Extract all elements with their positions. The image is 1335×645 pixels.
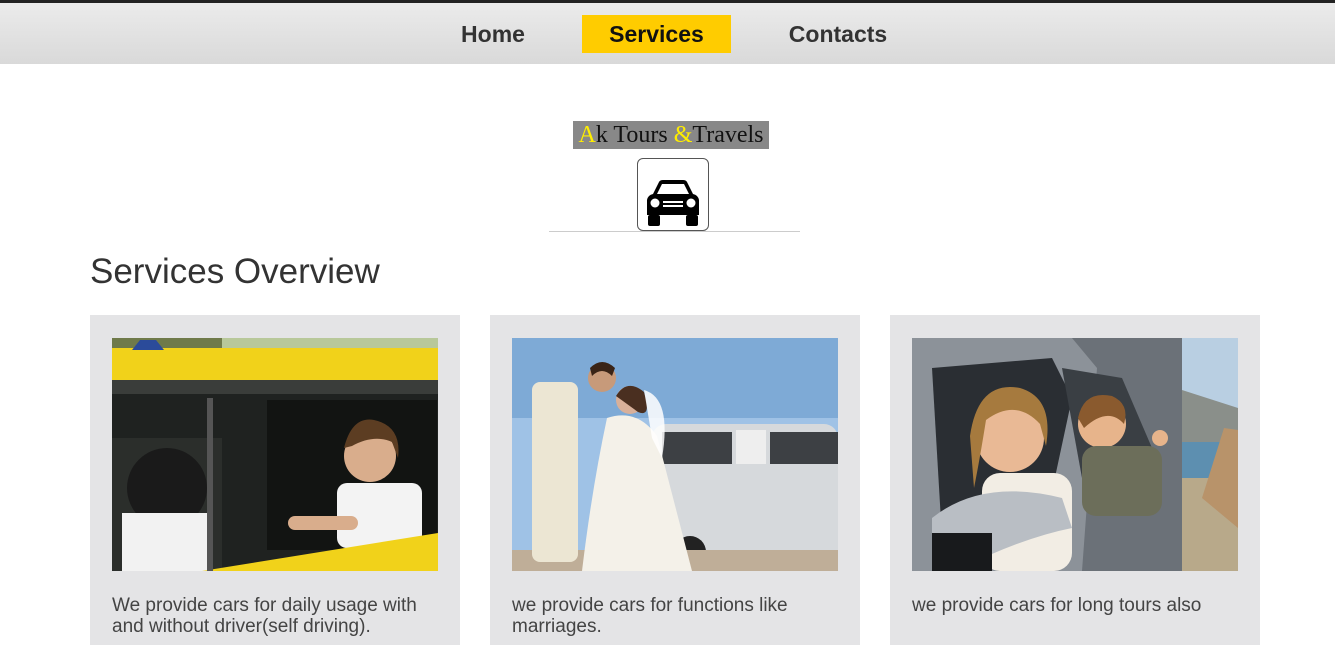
brand-initial: A (578, 122, 596, 148)
card-description: We provide cars for daily usage with and… (112, 595, 417, 637)
card-description: we provide cars for long tours also (912, 595, 1202, 616)
taxi-photo (112, 338, 438, 571)
brand-name: Ak Tours &Travels (573, 121, 769, 149)
brand-word-tours: k Tours (595, 122, 674, 148)
card-description: we provide cars for functions like marri… (512, 595, 788, 637)
car-icon (647, 180, 699, 226)
service-card-daily: We provide cars for daily usage with and… (90, 315, 460, 645)
nav-home-link[interactable]: Home (449, 15, 537, 53)
wedding-photo (512, 338, 838, 571)
nav-contacts-link[interactable]: Contacts (780, 15, 896, 53)
family-car-photo (912, 338, 1238, 571)
header-divider (549, 231, 800, 232)
top-navbar: Home Services Contacts (0, 3, 1335, 64)
brand-ampersand: & (673, 122, 693, 148)
page-heading: Services Overview (90, 252, 380, 291)
car-logo (637, 158, 709, 231)
nav-services-link[interactable]: Services (582, 15, 731, 53)
service-card-functions: we provide cars for functions like marri… (490, 315, 860, 645)
brand-word-travels: Travels (692, 122, 764, 148)
service-card-long-tours: we provide cars for long tours also (890, 315, 1260, 645)
